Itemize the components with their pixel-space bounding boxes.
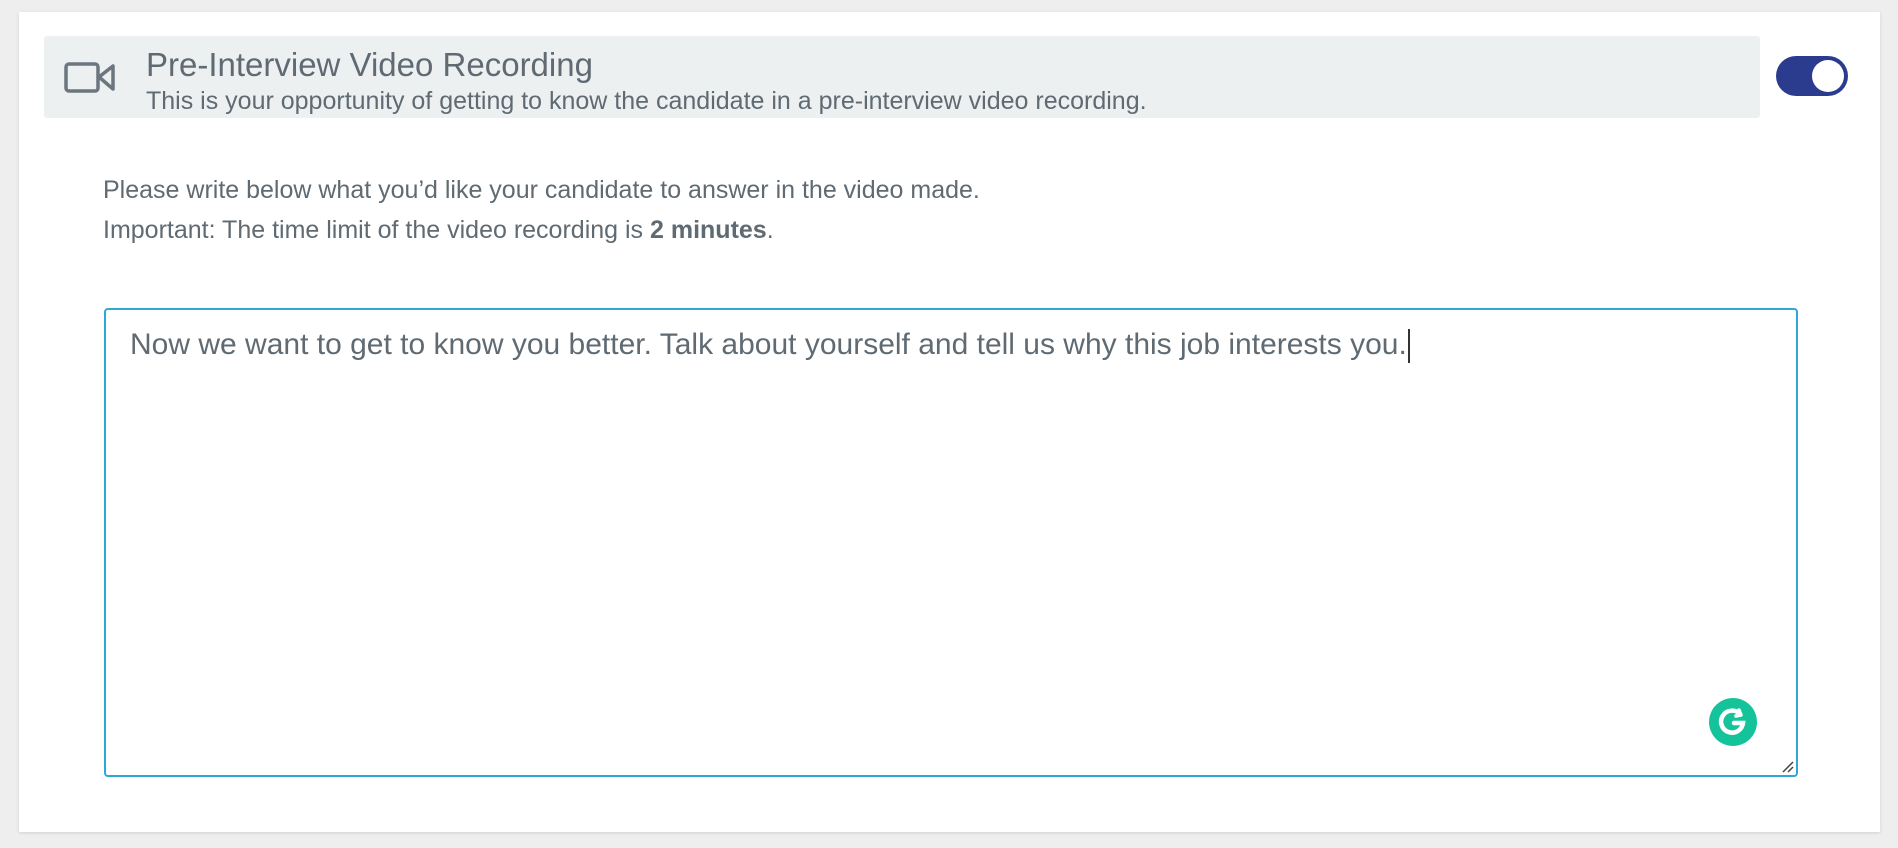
question-text-field[interactable]: Now we want to get to know you better. T… bbox=[106, 310, 1796, 775]
instruction-line-1: Please write below what you’d like your … bbox=[103, 176, 980, 204]
section-header: Pre-Interview Video Recording This is yo… bbox=[44, 36, 1760, 118]
section-title: Pre-Interview Video Recording bbox=[146, 46, 593, 83]
video-recording-toggle[interactable] bbox=[1776, 56, 1848, 96]
grammarly-icon[interactable] bbox=[1709, 698, 1757, 746]
instructions: Please write below what you’d like your … bbox=[103, 170, 980, 250]
section-subtitle: This is your opportunity of getting to k… bbox=[146, 87, 1147, 115]
time-limit-value: 2 minutes bbox=[650, 216, 767, 244]
instruction-line-2: Important: The time limit of the video r… bbox=[103, 210, 980, 250]
question-text: Now we want to get to know you better. T… bbox=[130, 328, 1407, 361]
video-camera-icon bbox=[63, 58, 117, 98]
resize-handle-icon[interactable] bbox=[1780, 759, 1794, 773]
toggle-knob bbox=[1812, 60, 1844, 92]
video-recording-card: Pre-Interview Video Recording This is yo… bbox=[19, 12, 1880, 832]
question-textarea[interactable]: Now we want to get to know you better. T… bbox=[104, 308, 1798, 777]
time-limit-suffix: . bbox=[766, 216, 774, 244]
time-limit-prefix: Important: The time limit of the video r… bbox=[103, 216, 650, 244]
text-cursor bbox=[1407, 329, 1410, 364]
